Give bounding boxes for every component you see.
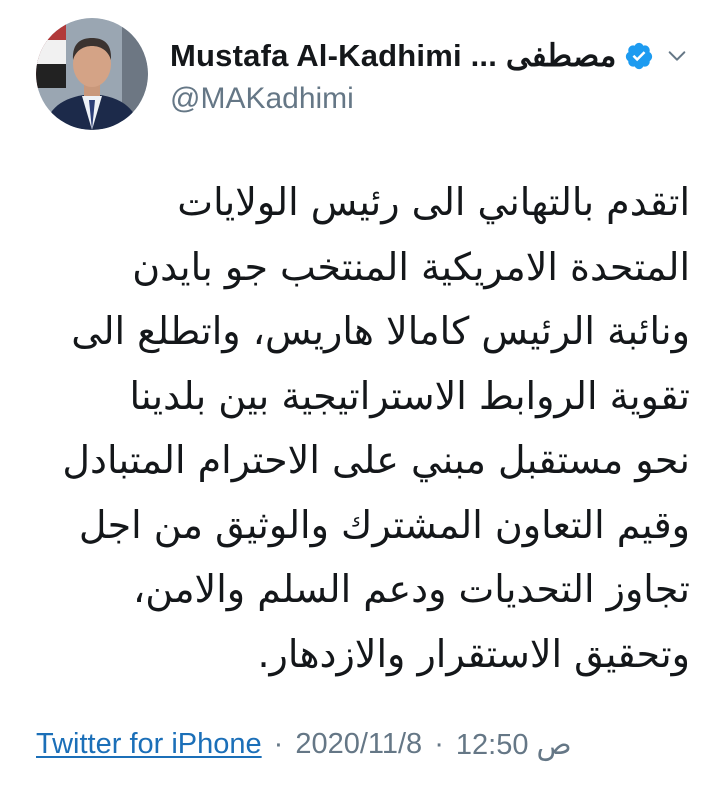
author-handle[interactable]: @MAKadhimi [170, 82, 354, 116]
separator-dot: · [273, 727, 284, 760]
chevron-down-icon[interactable] [666, 45, 688, 67]
tweet-text-line: نحو مستقبل مبني على الاحترام المتبادل [62, 438, 690, 482]
source-link[interactable]: Twitter for iPhone [36, 728, 262, 761]
display-name[interactable]: Mustafa Al-Kadhimi ... مصطفى [170, 38, 616, 74]
tweet-text-line: المتحدة الامريكية المنتخب جو بايدن [132, 244, 690, 289]
tweet-footer: Twitter for iPhone · 2020/11/8 · 12:50 ص [36, 722, 572, 766]
tweet-text-line: ونائبة الرئيس كامالا هاريس، واتطلع الى [71, 309, 690, 353]
tweet-date[interactable]: 2020/11/8 [295, 728, 422, 761]
avatar[interactable] [36, 18, 148, 130]
author-name-row: Mustafa Al-Kadhimi ... مصطفى [170, 34, 688, 78]
tweet-text-line: تقوية الروابط الاستراتيجية بين بلدينا [129, 373, 690, 418]
tweet-text-line: تجاوز التحديات ودعم السلم والامن، [133, 567, 690, 611]
tweet: Mustafa Al-Kadhimi ... مصطفى @MAKadhimi … [0, 0, 720, 786]
profile-photo [36, 18, 148, 130]
tweet-header: Mustafa Al-Kadhimi ... مصطفى @MAKadhimi [36, 18, 696, 138]
verified-badge-icon [624, 41, 654, 71]
separator-dot: · [434, 727, 444, 760]
tweet-text-line: وقيم التعاون المشترك والوثيق من اجل [78, 502, 690, 547]
tweet-text-line: اتقدم بالتهاني الى رئيس الولايات [177, 180, 690, 224]
tweet-text-line: وتحقيق الاستقرار والازدهار. [257, 631, 690, 676]
tweet-time[interactable]: 12:50 ص [456, 727, 572, 762]
tweet-text: اتقدم بالتهاني الى رئيس الولايات المتحدة… [30, 170, 690, 686]
